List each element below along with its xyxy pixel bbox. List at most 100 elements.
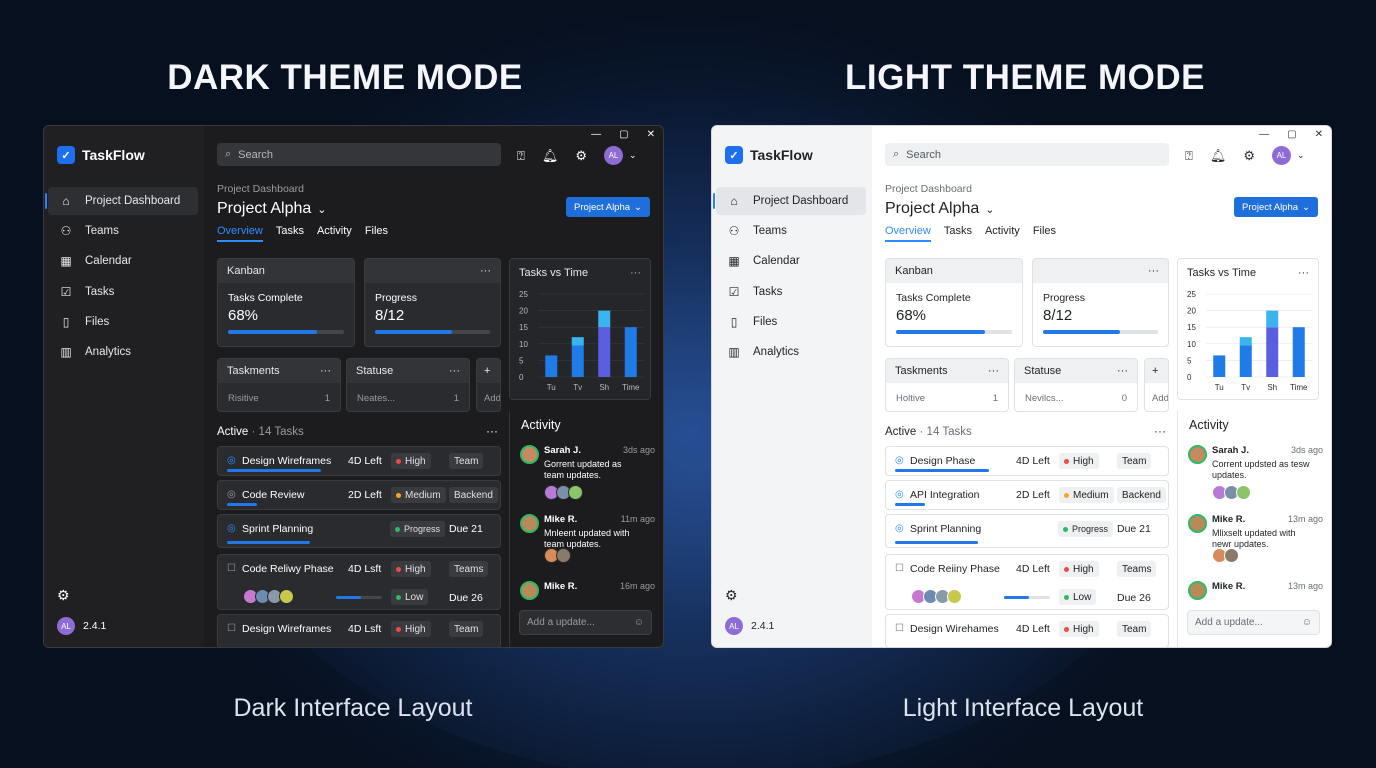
- sidebar-item-teams[interactable]: ⚇ Teams: [48, 217, 198, 245]
- tab-bar: Overview Tasks Activity Files: [217, 225, 388, 242]
- tab-activity[interactable]: Activity: [985, 225, 1020, 242]
- activity-entry[interactable]: Sarah J. 3ds ago Gorrent updated as team…: [520, 445, 655, 505]
- sidebar-item-tasks[interactable]: ☑ Tasks: [48, 278, 198, 306]
- close-icon[interactable]: ✕: [1315, 129, 1323, 140]
- page-title[interactable]: Project Alpha ⌄: [885, 200, 995, 218]
- kanban-card[interactable]: Kanban Tasks Complete 68%: [885, 258, 1023, 347]
- sidebar-item-teams[interactable]: ⚇ Teams: [716, 217, 866, 245]
- checkbox-icon[interactable]: ☐: [895, 563, 904, 574]
- more-icon[interactable]: ···: [1154, 424, 1166, 438]
- statuse-card[interactable]: Statuse ··· Neates... 1: [346, 358, 470, 412]
- task-row[interactable]: ◎ Design Phase 4D Left High Team: [885, 446, 1169, 476]
- sidebar-item-analytics[interactable]: ▥ Analytics: [716, 338, 866, 366]
- check-circle-icon[interactable]: ◎: [895, 489, 904, 500]
- minimize-icon[interactable]: —: [591, 129, 601, 140]
- more-icon[interactable]: ···: [320, 365, 331, 377]
- more-icon[interactable]: ···: [449, 365, 460, 377]
- tab-files[interactable]: Files: [1033, 225, 1056, 242]
- sidebar-item-project-dashboard[interactable]: ⌂ Project Dashboard: [45, 187, 198, 215]
- task-row[interactable]: ◎ API Integration 2D Left Medium Backend: [885, 480, 1169, 510]
- sidebar-item-project-dashboard[interactable]: ⌂ Project Dashboard: [713, 187, 866, 215]
- activity-entry[interactable]: Mike R. 11m ago Mnleent updated with tea…: [520, 514, 655, 574]
- more-icon[interactable]: ···: [1148, 265, 1159, 277]
- avatar[interactable]: AL: [725, 617, 743, 635]
- taskments-card[interactable]: Taskments ··· Risitive 1: [217, 358, 341, 412]
- more-icon[interactable]: ···: [988, 365, 999, 377]
- emoji-icon[interactable]: ☺: [634, 617, 644, 628]
- tab-activity[interactable]: Activity: [317, 225, 352, 242]
- maximize-icon[interactable]: ▢: [619, 129, 628, 140]
- sidebar-item-tasks[interactable]: ☑ Tasks: [716, 278, 866, 306]
- gear-icon[interactable]: ⚙: [1243, 148, 1255, 164]
- settings-gear-icon[interactable]: ⚙: [725, 587, 738, 604]
- page-title[interactable]: Project Alpha ⌄: [217, 200, 327, 218]
- help-icon[interactable]: ⍰: [1185, 148, 1193, 164]
- tab-tasks[interactable]: Tasks: [944, 225, 972, 242]
- kanban-card[interactable]: Kanban Tasks Complete 68%: [217, 258, 355, 347]
- search-input[interactable]: ⌕ Search: [885, 143, 1169, 166]
- checkbox-icon[interactable]: ☐: [895, 623, 904, 634]
- task-row[interactable]: ☐ Design Wireframes 4D Lsft High Team: [217, 614, 501, 647]
- sidebar-item-calendar[interactable]: ▦ Calendar: [716, 247, 866, 275]
- check-circle-icon[interactable]: ◎: [895, 455, 904, 466]
- task-row[interactable]: ◎ Design Wireframes 4D Left High Team: [217, 446, 501, 476]
- project-select-button[interactable]: Project Alpha ⌄: [1234, 197, 1318, 217]
- help-icon[interactable]: ⍰: [517, 148, 525, 164]
- task-row[interactable]: ◎ Code Review 2D Left Medium Backend: [217, 480, 501, 510]
- add-card[interactable]: + Add: [476, 358, 501, 412]
- taskments-card[interactable]: Taskments ··· Holtive 1: [885, 358, 1009, 412]
- activity-entry[interactable]: Mike R. 16m ago: [520, 581, 655, 603]
- breadcrumb[interactable]: Project Dashboard: [885, 183, 972, 195]
- tab-tasks[interactable]: Tasks: [276, 225, 304, 242]
- check-circle-icon[interactable]: ◎: [227, 523, 236, 534]
- statuse-card[interactable]: Statuse ··· Nevilcs... 0: [1014, 358, 1138, 412]
- add-icon[interactable]: +: [484, 365, 490, 377]
- project-button-label: Project Alpha: [574, 201, 631, 213]
- activity-entry[interactable]: Sarah J. 3ds ago Corrent updsted as tesw…: [1188, 445, 1323, 505]
- close-icon[interactable]: ✕: [647, 129, 655, 140]
- activity-entry[interactable]: Mike R. 13m ago: [1188, 581, 1323, 603]
- bell-icon[interactable]: 🔔︎: [1210, 148, 1227, 164]
- minimize-icon[interactable]: —: [1259, 129, 1269, 140]
- tab-overview[interactable]: Overview: [217, 225, 263, 242]
- settings-gear-icon[interactable]: ⚙: [57, 587, 70, 604]
- tab-overview[interactable]: Overview: [885, 225, 931, 242]
- tab-files[interactable]: Files: [365, 225, 388, 242]
- y-tick-label: 5: [519, 356, 524, 365]
- task-row[interactable]: ☐ Design Wirehames 4D Left High Team: [885, 614, 1169, 647]
- emoji-icon[interactable]: ☺: [1302, 617, 1312, 628]
- progress-card[interactable]: ··· Progress 8/12: [364, 258, 501, 347]
- more-icon[interactable]: ···: [486, 424, 498, 438]
- task-row[interactable]: ☐ Code Reiiny Phase 4D Left High Teams Low Due…: [885, 554, 1169, 610]
- avatar[interactable]: AL: [57, 617, 75, 635]
- checkbox-icon[interactable]: ☐: [227, 563, 236, 574]
- breadcrumb[interactable]: Project Dashboard: [217, 183, 304, 195]
- user-menu[interactable]: AL ⌄: [603, 146, 637, 165]
- check-circle-icon[interactable]: ◎: [227, 455, 236, 466]
- maximize-icon[interactable]: ▢: [1287, 129, 1296, 140]
- task-row[interactable]: ◎ Sprint Planning Progress Due 21: [217, 514, 501, 548]
- add-icon[interactable]: +: [1152, 365, 1158, 377]
- activity-time: 3ds ago: [1290, 445, 1323, 455]
- user-menu[interactable]: AL ⌄: [1271, 146, 1305, 165]
- add-update-input[interactable]: Add a update... ☺: [519, 610, 652, 635]
- progress-card[interactable]: ··· Progress 8/12: [1032, 258, 1169, 347]
- sidebar-item-calendar[interactable]: ▦ Calendar: [48, 247, 198, 275]
- checkbox-icon[interactable]: ☐: [227, 623, 236, 634]
- bell-icon[interactable]: 🔔︎: [542, 148, 559, 164]
- more-icon[interactable]: ···: [480, 265, 491, 277]
- sidebar-item-analytics[interactable]: ▥ Analytics: [48, 338, 198, 366]
- check-circle-icon[interactable]: ◎: [227, 489, 236, 500]
- task-row[interactable]: ☐ Code Reliwy Phase 4D Lsft High Teams Low Due…: [217, 554, 501, 610]
- add-update-input[interactable]: Add a update... ☺: [1187, 610, 1320, 635]
- project-select-button[interactable]: Project Alpha ⌄: [566, 197, 650, 217]
- task-row[interactable]: ◎ Sprint Planning Progress Due 21: [885, 514, 1169, 548]
- add-card[interactable]: + Add: [1144, 358, 1169, 412]
- check-circle-icon[interactable]: ◎: [895, 523, 904, 534]
- sidebar-item-files[interactable]: ▯ Files: [48, 308, 198, 336]
- more-icon[interactable]: ···: [1117, 365, 1128, 377]
- sidebar-item-files[interactable]: ▯ Files: [716, 308, 866, 336]
- activity-entry[interactable]: Mike R. 13m ago Mlixselt updated with ne…: [1188, 514, 1323, 574]
- gear-icon[interactable]: ⚙: [575, 148, 587, 164]
- search-input[interactable]: ⌕ Search: [217, 143, 501, 166]
